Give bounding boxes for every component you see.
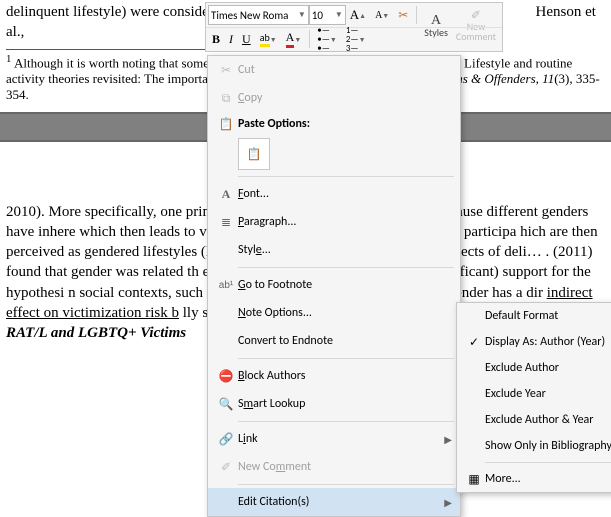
bold-button[interactable]: B xyxy=(208,28,224,50)
menu-font[interactable]: A Font... xyxy=(208,180,460,208)
numbering-button[interactable]: 1—2—3—▼ xyxy=(342,28,370,50)
submenu-label: Show Only in Bibliography xyxy=(485,439,611,453)
font-size-combo[interactable]: 10 ▼ xyxy=(309,5,346,25)
edit-citation-submenu: Default Format ✓ Display As: Author (Yea… xyxy=(456,302,611,493)
format-painter-icon: ✂ xyxy=(398,8,408,23)
chevron-down-icon: ▼ xyxy=(335,10,343,20)
font-size-value: 10 xyxy=(312,9,323,22)
font-icon: A xyxy=(214,187,238,202)
chevron-right-icon: ▶ xyxy=(444,496,452,509)
footnote-separator xyxy=(6,49,226,50)
smart-lookup-icon: 🔍 xyxy=(214,397,238,411)
paste-icon: 📋 xyxy=(214,117,238,131)
context-menu: ✂ Cut ⧉ CCopyopy 📋 Paste Options: 📋 A Fo… xyxy=(207,55,461,517)
more-icon: ▦ xyxy=(463,472,485,487)
menu-smart-lookup[interactable]: 🔍 Smart Lookup xyxy=(208,390,460,418)
mini-toolbar: Times New Roma ▼ 10 ▼ A▲ A▼ ✂ A Styles ✐… xyxy=(205,2,503,52)
grow-font-button[interactable]: A▲ xyxy=(346,4,370,26)
font-name-combo[interactable]: Times New Roma ▼ xyxy=(208,5,309,25)
shrink-font-button[interactable]: A▼ xyxy=(371,4,393,26)
menu-style[interactable]: Style... xyxy=(208,236,460,264)
submenu-label: Exclude Year xyxy=(485,387,546,401)
doc-line: delinquent lifestyle) were considered xyxy=(6,4,228,20)
format-painter-button[interactable]: ✂ xyxy=(394,4,412,26)
copy-icon: ⧉ xyxy=(214,91,238,106)
menu-convert-endnote[interactable]: Convert to Endnote xyxy=(208,327,460,355)
italic-button[interactable]: I xyxy=(225,28,237,50)
submenu-exclude-author[interactable]: Exclude Author xyxy=(457,355,611,381)
goto-footnote-icon: ab¹ xyxy=(214,280,238,291)
clipboard-icon: 📋 xyxy=(247,147,262,162)
comment-icon: ✐ xyxy=(214,460,238,474)
cut-icon: ✂ xyxy=(214,63,238,77)
menu-paragraph[interactable]: ≣ Paragraph... xyxy=(208,208,460,236)
chevron-down-icon: ▼ xyxy=(298,10,306,20)
submenu-more[interactable]: ▦ More... xyxy=(457,466,611,492)
menu-link[interactable]: 🔗 Link ▶ xyxy=(208,425,460,453)
menu-edit-citations[interactable]: Edit Citation(s) ▶ xyxy=(208,488,460,516)
chevron-right-icon: ▶ xyxy=(444,433,452,446)
submenu-default-format[interactable]: Default Format xyxy=(457,303,611,329)
paste-option-default[interactable]: 📋 xyxy=(238,138,270,170)
check-icon: ✓ xyxy=(463,335,485,350)
block-authors-icon: ⛔ xyxy=(214,369,238,383)
submenu-label: Exclude Author xyxy=(485,361,559,375)
submenu-exclude-author-year[interactable]: Exclude Author & Year xyxy=(457,407,611,433)
submenu-label: More... xyxy=(485,472,521,486)
highlight-button[interactable]: ab▼ xyxy=(256,28,281,50)
font-name-value: Times New Roma xyxy=(211,9,288,22)
submenu-show-only-bib[interactable]: Show Only in Bibliography xyxy=(457,433,611,459)
menu-new-comment[interactable]: ✐ New Comment xyxy=(208,453,460,481)
link-icon: 🔗 xyxy=(214,432,238,446)
footnote-marker: 1 xyxy=(6,53,11,65)
menu-note-options[interactable]: Note Options... xyxy=(208,299,460,327)
menu-go-to-footnote[interactable]: ab¹ Go to Footnote xyxy=(208,271,460,299)
submenu-label: Exclude Author & Year xyxy=(485,413,594,427)
paragraph-icon: ≣ xyxy=(214,215,238,229)
menu-block-authors[interactable]: ⛔ Block Authors xyxy=(208,362,460,390)
submenu-label: Default Format xyxy=(485,309,558,323)
underline-button[interactable]: U xyxy=(238,28,255,50)
menu-copy[interactable]: ⧉ CCopyopy xyxy=(208,84,460,112)
submenu-display-as[interactable]: ✓ Display As: Author (Year) xyxy=(457,329,611,355)
submenu-label: Display As: Author (Year) xyxy=(485,335,605,349)
font-color-button[interactable]: A▼ xyxy=(282,28,306,50)
bullets-button[interactable]: •—•—•—▼ xyxy=(313,28,341,50)
menu-cut[interactable]: ✂ Cut xyxy=(208,56,460,84)
submenu-exclude-year[interactable]: Exclude Year xyxy=(457,381,611,407)
body-italic-heading: RAT/L and LGBTQ+ Victims xyxy=(6,325,186,341)
menu-paste-header: 📋 Paste Options: xyxy=(208,112,460,136)
